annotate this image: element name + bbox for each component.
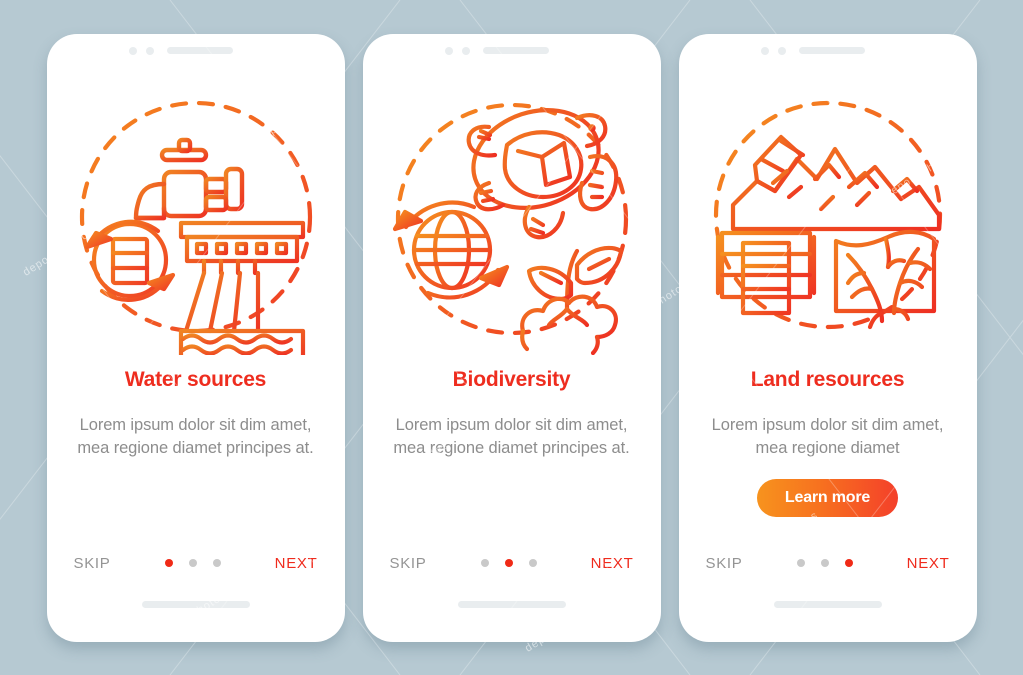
home-indicator xyxy=(773,600,882,608)
phone-screen-biodiversity: Biodiversity Lorem ipsum dolor sit dim a… xyxy=(362,33,661,642)
skip-button[interactable]: SKIP xyxy=(74,555,111,572)
pagination-dot[interactable] xyxy=(796,559,805,567)
copy-block-biodiversity: Biodiversity Lorem ipsum dolor sit dim a… xyxy=(363,368,661,462)
speaker-grill-icon xyxy=(166,47,233,54)
pagination-dot[interactable] xyxy=(528,559,537,567)
page-description: Lorem ipsum dolor sit dim amet, mea regi… xyxy=(393,415,630,458)
phone-notch xyxy=(679,34,977,68)
screen-nav-water-sources: SKIP NEXT xyxy=(47,555,345,572)
sensor-dot-icon xyxy=(777,46,786,55)
home-indicator xyxy=(457,600,566,608)
phone-screen-water-sources: Water sources Lorem ipsum dolor sit dim … xyxy=(46,33,345,642)
phone-notch xyxy=(47,34,345,68)
sensor-dot-icon xyxy=(461,46,470,55)
page-description: Lorem ipsum dolor sit dim amet, mea regi… xyxy=(77,415,314,458)
skip-button[interactable]: SKIP xyxy=(706,555,743,572)
next-button[interactable]: NEXT xyxy=(275,555,318,572)
phone-screen-land-resources: Land resources Lorem ipsum dolor sit dim… xyxy=(678,33,977,642)
illustration-land-resources xyxy=(679,68,977,368)
pagination-dot[interactable] xyxy=(164,559,173,567)
home-indicator xyxy=(141,600,250,608)
screen-nav-biodiversity: SKIP NEXT xyxy=(363,555,661,572)
pagination-dot[interactable] xyxy=(504,559,513,567)
pagination-dot[interactable] xyxy=(188,559,197,567)
pagination-dot[interactable] xyxy=(844,559,853,567)
page-title: Water sources xyxy=(124,367,267,391)
copy-block-land-resources: Land resources Lorem ipsum dolor sit dim… xyxy=(679,368,977,462)
pagination-dots xyxy=(164,559,221,567)
cta-container: Learn more xyxy=(679,479,977,518)
skip-button[interactable]: SKIP xyxy=(390,555,427,572)
camera-dot-icon xyxy=(444,46,453,55)
screen-nav-land-resources: SKIP NEXT xyxy=(679,555,977,572)
pagination-dot[interactable] xyxy=(212,559,221,567)
next-button[interactable]: NEXT xyxy=(591,555,634,572)
pagination-dots xyxy=(796,559,853,567)
phone-notch xyxy=(363,34,661,68)
camera-dot-icon xyxy=(128,46,137,55)
illustration-biodiversity xyxy=(363,68,661,368)
page-description: Lorem ipsum dolor sit dim amet, mea regi… xyxy=(711,415,944,458)
learn-more-button[interactable]: Learn more xyxy=(756,479,899,518)
onboarding-screens-row: Water sources Lorem ipsum dolor sit dim … xyxy=(0,0,1023,675)
pagination-dot[interactable] xyxy=(820,559,829,567)
speaker-grill-icon xyxy=(482,47,549,54)
pagination-dots xyxy=(480,559,537,567)
sensor-dot-icon xyxy=(145,46,154,55)
copy-block-water-sources: Water sources Lorem ipsum dolor sit dim … xyxy=(47,368,345,462)
page-title: Biodiversity xyxy=(452,367,571,391)
illustration-water-sources xyxy=(47,68,345,368)
camera-dot-icon xyxy=(760,46,769,55)
page-title: Land resources xyxy=(750,367,905,391)
speaker-grill-icon xyxy=(798,47,865,54)
next-button[interactable]: NEXT xyxy=(907,555,950,572)
pagination-dot[interactable] xyxy=(480,559,489,567)
